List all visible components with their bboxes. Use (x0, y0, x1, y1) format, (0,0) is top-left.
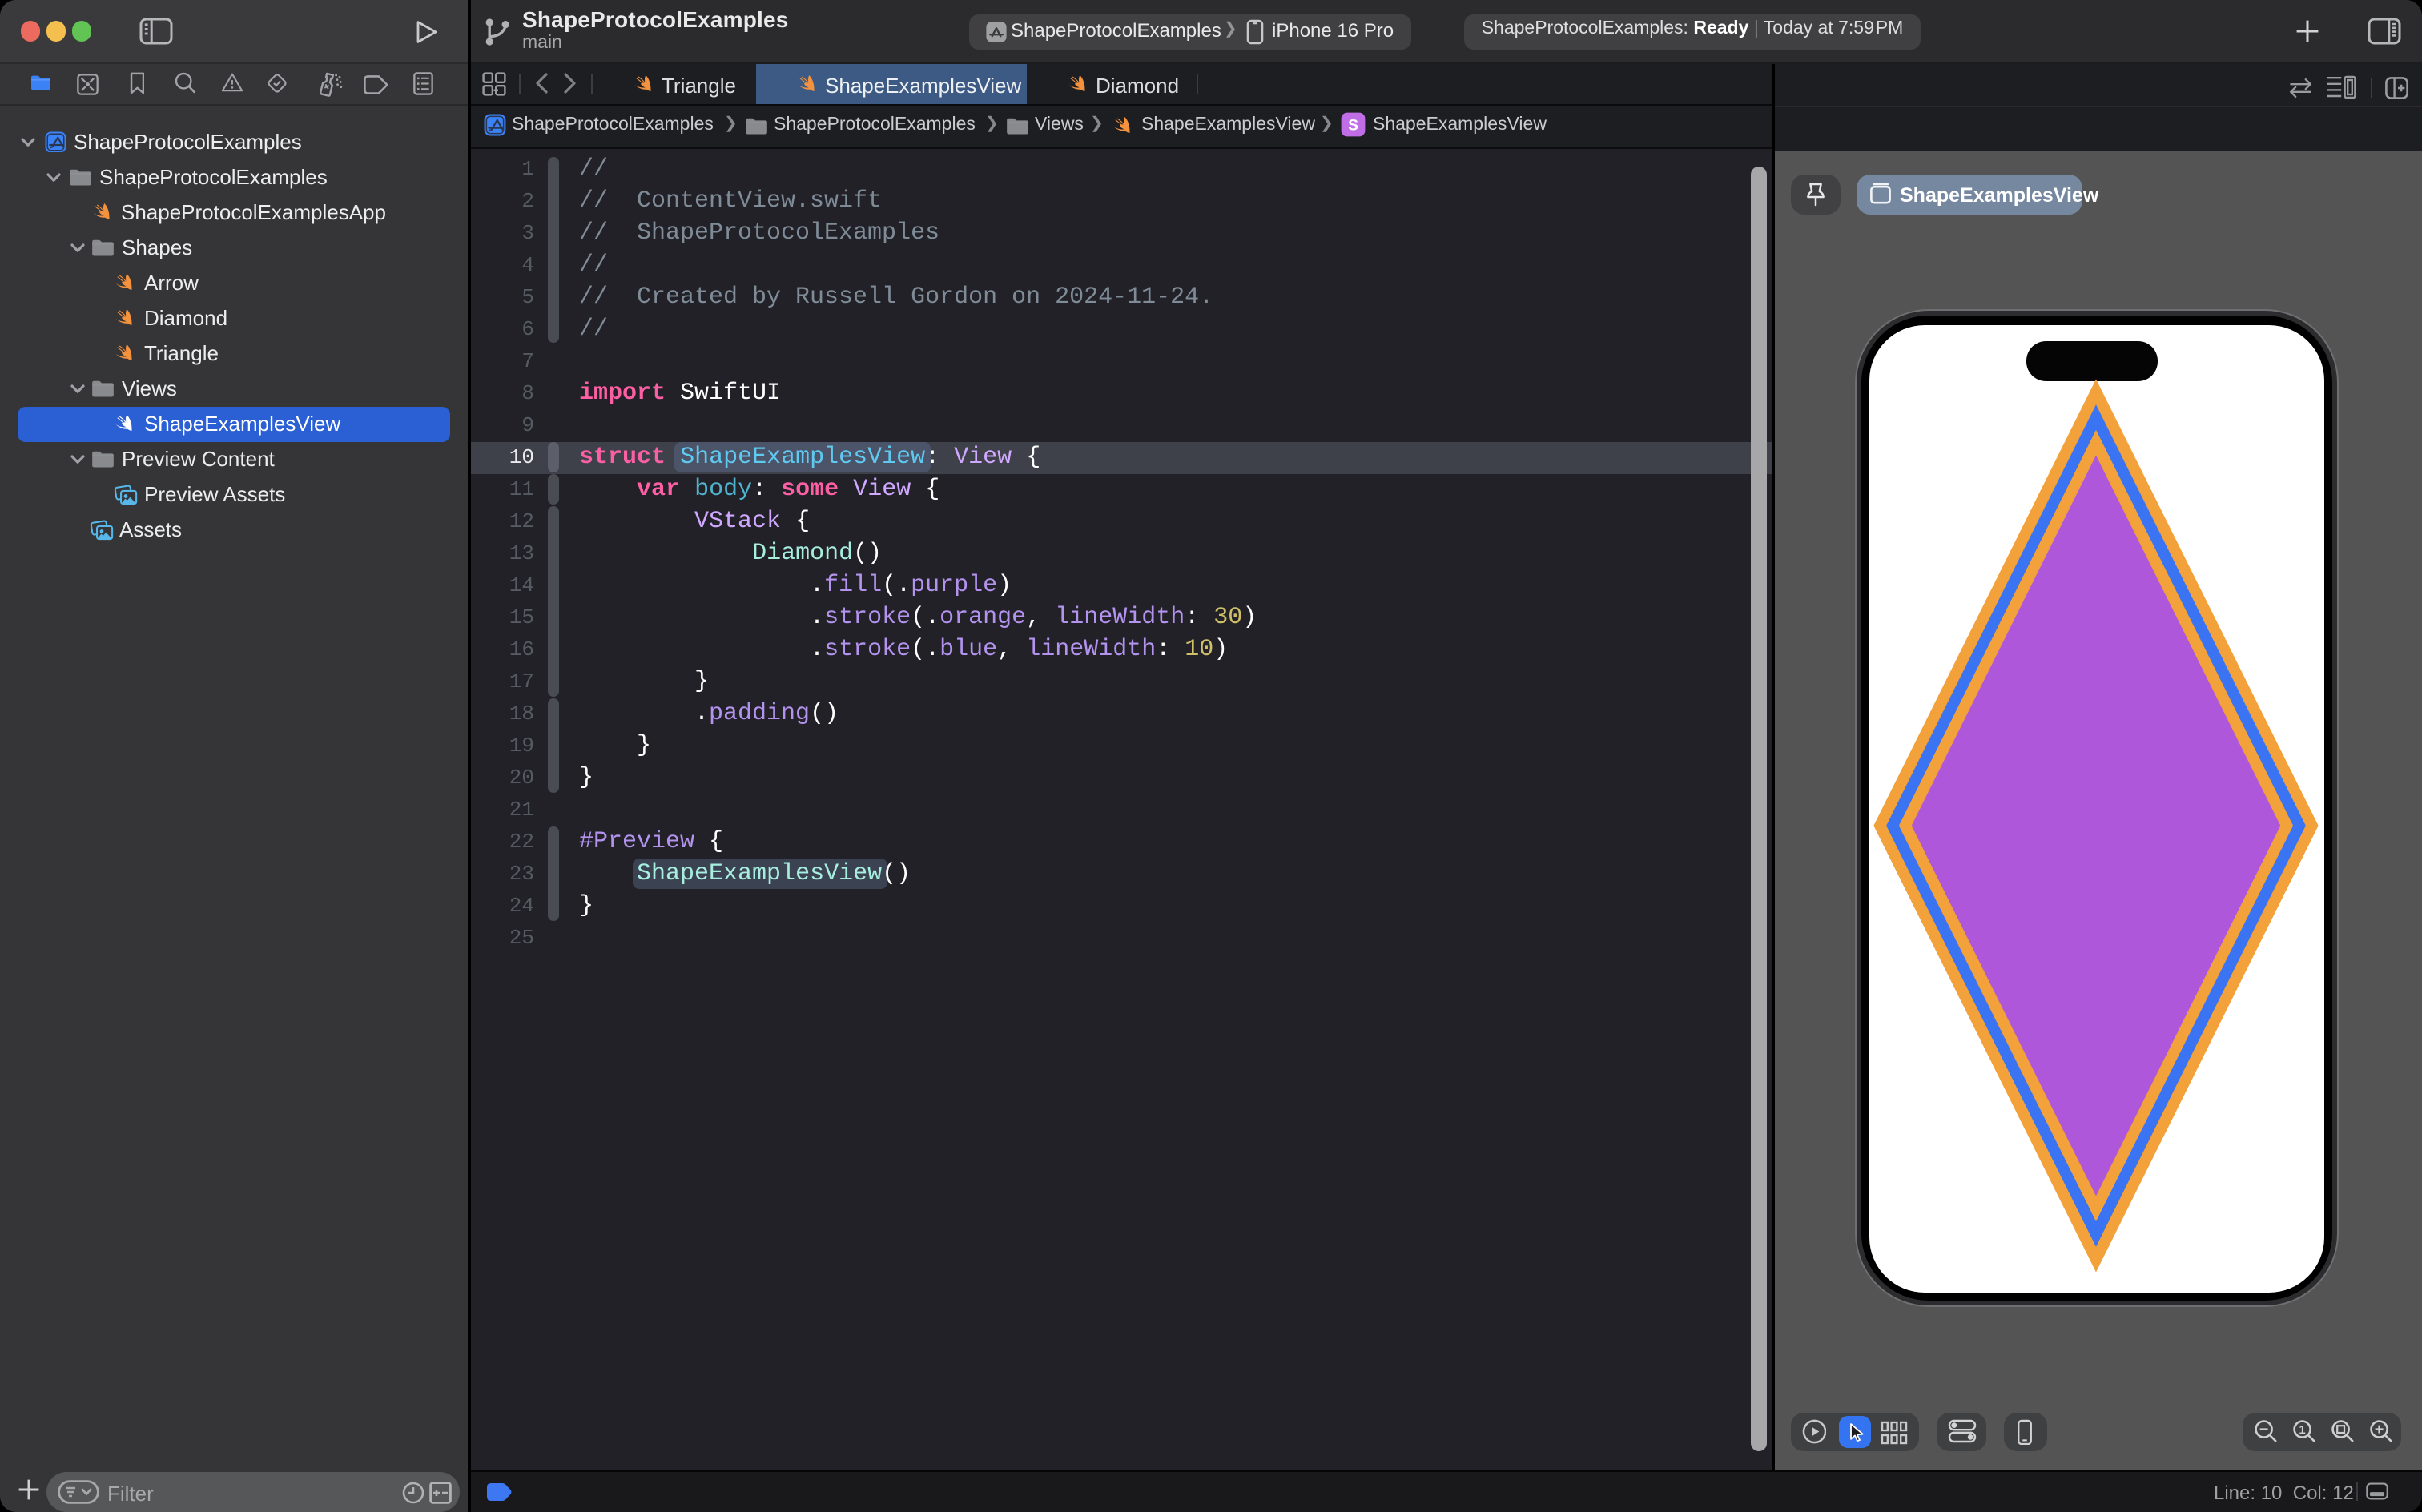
svg-text:1: 1 (2299, 1423, 2305, 1437)
